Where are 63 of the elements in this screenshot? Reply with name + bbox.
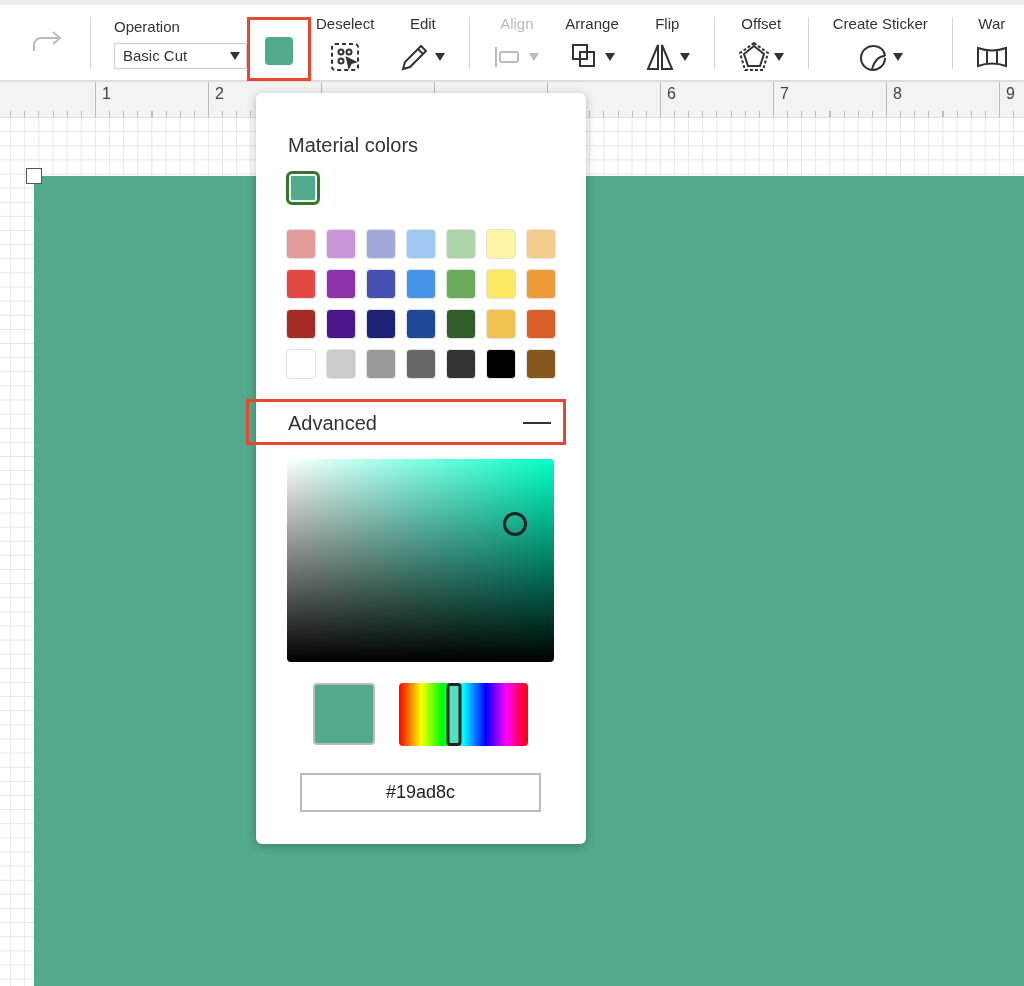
tool-button[interactable]: Deselect (316, 13, 375, 72)
color-swatch[interactable] (486, 229, 516, 259)
operation-label: Operation (114, 16, 181, 37)
color-swatch[interactable] (366, 309, 396, 339)
current-color-swatch[interactable] (286, 171, 320, 205)
color-swatch[interactable] (526, 309, 556, 339)
section-title: Material colors (288, 133, 420, 158)
ruler-number: 6 (667, 85, 676, 102)
color-swatch[interactable] (526, 269, 556, 299)
tool-button[interactable]: Edit (400, 13, 446, 72)
caret-icon (892, 52, 903, 61)
color-swatch[interactable] (326, 269, 356, 299)
color-swatch[interactable] (446, 309, 476, 339)
color-swatch[interactable] (486, 269, 516, 299)
hue-slider-thumb[interactable] (446, 683, 462, 746)
color-swatch[interactable] (406, 349, 436, 379)
advanced-toggle[interactable]: Advanced (288, 408, 552, 438)
color-swatch[interactable] (366, 269, 396, 299)
tool-button[interactable]: Offset (738, 13, 784, 72)
color-swatch[interactable] (326, 309, 356, 339)
ruler-number: 9 (1006, 85, 1015, 102)
color-swatch[interactable] (366, 349, 396, 379)
color-swatch[interactable] (486, 309, 516, 339)
ruler-number: 7 (780, 85, 789, 102)
ruler-number: 8 (893, 85, 902, 102)
color-swatch[interactable] (286, 269, 316, 299)
color-preview (313, 683, 375, 745)
tool-button[interactable]: Create Sticker (832, 13, 928, 72)
tool-button[interactable]: Flip (644, 13, 690, 72)
pentagon-icon (738, 41, 769, 72)
selection-handle[interactable] (26, 168, 42, 184)
color-swatch[interactable] (486, 349, 516, 379)
tool-button[interactable]: War (976, 13, 1007, 72)
color-swatch[interactable] (286, 309, 316, 339)
color-swatch[interactable] (406, 229, 436, 259)
hue-slider[interactable] (399, 683, 528, 746)
color-swatch[interactable] (366, 229, 396, 259)
color-swatch-button[interactable] (265, 36, 293, 65)
picker-handle[interactable] (503, 512, 528, 537)
color-swatch[interactable] (326, 229, 356, 259)
ruler-number: 2 (215, 85, 224, 102)
color-swatch[interactable] (446, 349, 476, 379)
caret-icon (773, 52, 784, 61)
hex-input[interactable]: #19ad8c (300, 773, 541, 812)
caret-icon (435, 52, 446, 61)
color-swatch[interactable] (406, 269, 436, 299)
color-swatch[interactable] (286, 349, 316, 379)
color-swatch[interactable] (446, 229, 476, 259)
ruler-number: 1 (102, 85, 111, 102)
caret-icon (604, 52, 615, 61)
caret-icon (230, 52, 240, 61)
color-picker-area[interactable] (287, 459, 554, 662)
operation-select[interactable]: Basic Cut (114, 43, 247, 70)
color-swatch[interactable] (286, 229, 316, 259)
color-swatch[interactable] (446, 269, 476, 299)
color-swatch[interactable] (526, 229, 556, 259)
caret-icon (529, 52, 540, 61)
tool-button[interactable]: Arrange (565, 13, 619, 72)
color-swatch[interactable] (406, 309, 436, 339)
deselect-icon (330, 41, 361, 72)
caret-icon (679, 52, 690, 61)
color-swatch[interactable] (326, 349, 356, 379)
color-swatch[interactable] (526, 349, 556, 379)
